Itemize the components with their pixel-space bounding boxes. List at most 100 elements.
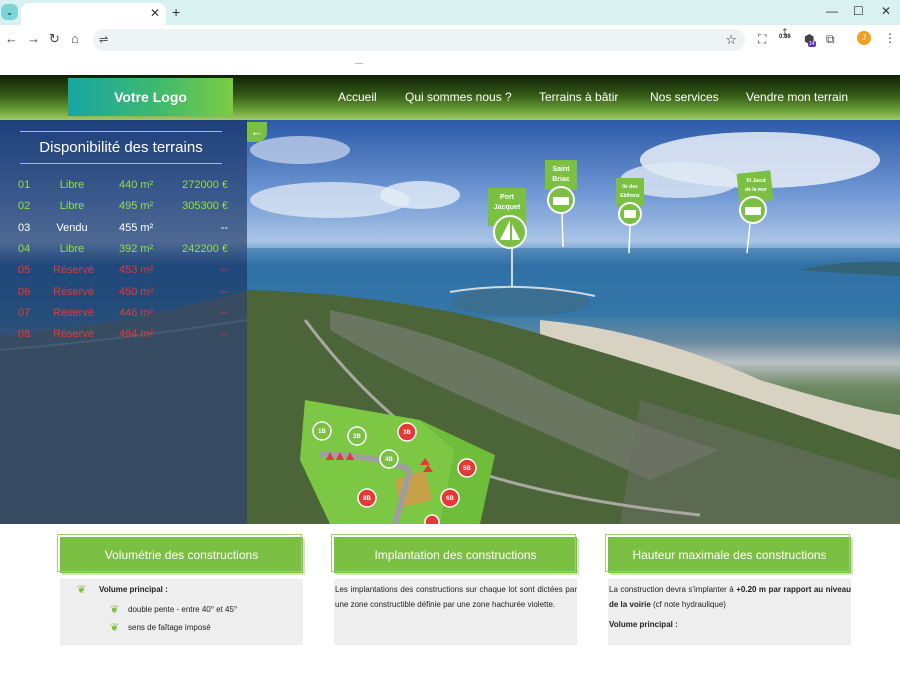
implantation-text: Les implantations des constructions sur … [335, 585, 577, 609]
network-speed: 0.86 [779, 34, 791, 40]
lot-status: Réservé [53, 264, 94, 277]
profile-avatar[interactable]: J [857, 31, 871, 45]
lot-row[interactable]: 01 Libre 440 m² 272000 € [0, 176, 247, 196]
lot-row[interactable]: 07 Réservé 446 m² -- [0, 304, 247, 324]
lot-marker-4b-label: 4B [385, 457, 393, 463]
tab-search-button[interactable]: ⌄ [1, 4, 18, 20]
screenshot-icon[interactable]: ⛶ [758, 32, 766, 47]
card-implantation-title: Implantation des constructions [331, 534, 577, 573]
lot-status: Réservé [53, 306, 94, 319]
lot-price: 305300 € [182, 200, 228, 213]
lot-number: 02 [18, 200, 31, 213]
browser-tab-strip: ⌄ ✕ + — ☐ ✕ [0, 0, 900, 25]
lot-marker-8b-label: 8B [363, 496, 371, 502]
lot-marker-3b-label: 3B [403, 430, 411, 436]
card-implantation: Implantation des constructions Les impla… [331, 534, 577, 645]
reload-icon[interactable]: ↻ [49, 31, 60, 47]
back-icon[interactable]: ← [5, 31, 18, 46]
lot-row[interactable]: 08 Réservé 464 m² -- [0, 325, 247, 345]
nav-accueil[interactable]: Accueil [338, 90, 377, 104]
site-header: Votre Logo Accueil Qui sommes nous ? Ter… [0, 75, 900, 120]
close-tab-icon[interactable]: ✕ [150, 6, 160, 20]
lot-marker-2b-label: 2B [353, 434, 361, 440]
availability-panel: Disponibilité des terrains 01 Libre 440 m²… [0, 120, 247, 524]
site-logo[interactable]: Votre Logo [68, 78, 233, 116]
card-volumetrie: Volumétrie des constructions ❦ Volume pr… [57, 534, 303, 645]
lot-row[interactable]: 05 Réservé 453 m² -- [0, 261, 247, 281]
nav-qui-sommes-nous[interactable]: Qui sommes nous ? [405, 90, 512, 104]
lot-row[interactable]: 06 Réservé 450 m² -- [0, 283, 247, 303]
extension-badge: 14 [808, 41, 816, 47]
leaf-bullet-icon: ❦ [77, 584, 87, 596]
close-window-button[interactable]: ✕ [881, 4, 891, 18]
leaf-bullet-icon: ❦ [110, 604, 120, 616]
home-icon[interactable]: ⌂ [71, 31, 79, 46]
lot-marker-6b-label: 6B [446, 496, 454, 502]
lot-area: 455 m² [119, 221, 154, 234]
lot-number: 06 [18, 285, 31, 298]
nav-nos-services[interactable]: Nos services [650, 90, 719, 104]
lot-marker-7b[interactable] [424, 514, 440, 524]
pin-st-jacut-label-2: de la mer [745, 187, 767, 193]
lot-marker-1b-label: 1B [318, 429, 326, 435]
hauteur-text: La construction devra s'implanter à +0.2… [609, 585, 851, 609]
lot-area: 440 m² [119, 179, 154, 191]
pin-st-jacut-label-1: St Jacut [746, 178, 766, 184]
lot-price: -- [220, 328, 228, 341]
lot-price: 242200 € [182, 242, 228, 255]
lot-area: 495 m² [119, 200, 154, 213]
forward-icon[interactable]: → [27, 31, 40, 46]
address-bar[interactable]: ⇌ ☆ [93, 29, 745, 51]
maximize-button[interactable]: ☐ [853, 4, 864, 18]
card-volumetrie-title: Volumétrie des constructions [57, 534, 303, 573]
nav-vendre-mon-terrain[interactable]: Vendre mon terrain [746, 90, 848, 104]
lot-number: 07 [18, 306, 31, 319]
browser-toolbar: ← → ↻ ⌂ ⇌ ☆ ⛶ ↥ 0.86 ⬢ 14 ⧉ J ⋮ [0, 25, 900, 55]
pin-saint-briac[interactable]: Saint Briac [545, 160, 577, 248]
minimize-button[interactable]: — [826, 4, 838, 18]
lot-area: 392 m² [119, 242, 154, 255]
lot-price: -- [220, 285, 228, 298]
lot-status: Libre [59, 200, 85, 213]
lot-row[interactable]: 02 Libre 495 m² 305300 € [0, 197, 247, 217]
bookmark-star-icon[interactable]: ☆ [725, 32, 737, 48]
lot-area: 464 m² [119, 328, 154, 341]
browser-menu-icon[interactable]: ⋮ [884, 31, 896, 45]
lot-row[interactable]: 03 Vendu 455 m² -- [0, 219, 247, 239]
pin-st-jacut[interactable]: St Jacut de la mer [736, 170, 774, 254]
page-top-strip [0, 55, 900, 75]
hatched-zone-markers [326, 452, 354, 460]
pin-port-jacquet-label-1: Port [500, 194, 515, 201]
hauteur-volume-heading: Volume principal : [609, 620, 678, 629]
collapse-panel-button[interactable]: ← [247, 122, 267, 142]
web-page: Votre Logo Accueil Qui sommes nous ? Ter… [0, 55, 900, 675]
volume-item-2: sens de faîtage imposé [128, 623, 211, 632]
info-cards: Volumétrie des constructions ❦ Volume pr… [0, 524, 900, 675]
active-tab[interactable]: ✕ [21, 3, 166, 25]
lot-status: Réservé [53, 285, 94, 298]
lot-number: 03 [18, 221, 31, 234]
lot-status: Libre [59, 242, 85, 255]
lot-status: Réservé [53, 328, 94, 341]
lot-number: 05 [18, 264, 31, 277]
pin-ebihens-label-2: Ebihens [620, 193, 640, 199]
lot-area: 446 m² [119, 306, 154, 319]
camera-icon [624, 210, 636, 218]
lot-number: 08 [18, 328, 31, 341]
lot-price: 272000 € [182, 179, 228, 191]
site-settings-icon[interactable]: ⇌ [99, 33, 108, 46]
new-tab-button[interactable]: + [172, 4, 180, 20]
lot-row[interactable]: 04 Libre 392 m² 242200 € [0, 240, 247, 260]
building-icon [745, 207, 761, 215]
pin-ebihens-label-1: Ile des [622, 184, 638, 190]
lot-area: 453 m² [119, 264, 154, 277]
extensions-puzzle-icon[interactable]: ⧉ [826, 32, 835, 47]
lot-price: -- [220, 306, 228, 319]
building-icon [553, 197, 569, 205]
nav-terrains-a-batir[interactable]: Terrains à bâtir [539, 90, 618, 104]
pin-ile-des-ebihens[interactable]: Ile des Ebihens [616, 178, 644, 254]
card-hauteur-body: La construction devra s'implanter à +0.2… [608, 579, 851, 645]
card-implantation-body: Les implantations des constructions sur … [334, 579, 577, 645]
lot-area: 450 m² [119, 285, 154, 298]
card-volumetrie-body: ❦ Volume principal : ❦ double pente - en… [60, 579, 303, 645]
